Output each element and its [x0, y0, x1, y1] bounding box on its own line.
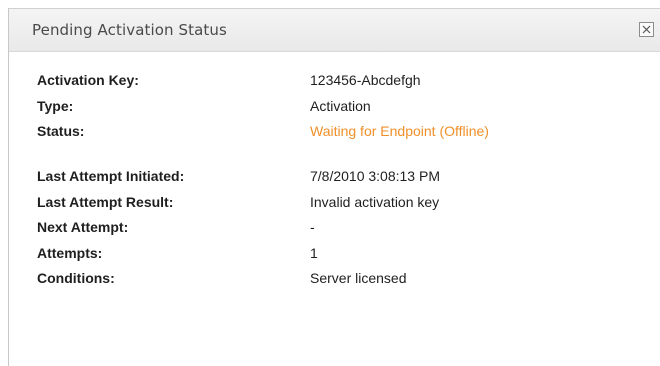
activation-key-value: 123456-Abcdefgh: [310, 72, 421, 88]
detail-row-last-attempt-result: Last Attempt Result: Invalid activation …: [37, 192, 537, 218]
last-attempt-result-value: Invalid activation key: [310, 193, 440, 210]
type-value: Activation: [310, 97, 371, 114]
detail-row-last-attempt-initiated: Last Attempt Initiated: 7/8/2010 3:08:13…: [37, 166, 537, 192]
type-label: Type:: [37, 97, 74, 114]
dialog-title: Pending Activation Status: [32, 21, 227, 39]
last-attempt-initiated-label: Last Attempt Initiated:: [37, 168, 185, 184]
status-value: Waiting for Endpoint (Offline): [310, 123, 489, 139]
pending-activation-dialog: Pending Activation Status Activation Key…: [8, 8, 660, 366]
detail-row-attempts: Attempts: 1: [37, 243, 537, 269]
detail-row-status: Status: Waiting for Endpoint (Offline): [37, 121, 537, 166]
attempts-value: 1: [310, 244, 318, 261]
conditions-label: Conditions:: [37, 270, 115, 286]
activation-key-label: Activation Key:: [37, 72, 139, 88]
detail-row-type: Type: Activation: [37, 96, 537, 122]
next-attempt-value: -: [310, 219, 315, 235]
detail-row-conditions: Conditions: Server licensed: [37, 268, 537, 294]
next-attempt-label: Next Attempt:: [37, 219, 129, 235]
activation-details: Activation Key: 123456-Abcdefgh Type: Ac…: [37, 70, 537, 294]
conditions-value: Server licensed: [310, 270, 407, 286]
last-attempt-initiated-value: 7/8/2010 3:08:13 PM: [310, 168, 440, 184]
status-label: Status:: [37, 123, 85, 139]
last-attempt-result-label: Last Attempt Result:: [37, 193, 174, 210]
close-button[interactable]: [639, 22, 654, 37]
attempts-label: Attempts:: [37, 244, 103, 261]
dialog-titlebar: Pending Activation Status: [9, 8, 660, 52]
close-icon: [642, 25, 651, 34]
detail-row-next-attempt: Next Attempt: -: [37, 217, 537, 243]
detail-row-activation-key: Activation Key: 123456-Abcdefgh: [37, 70, 537, 96]
